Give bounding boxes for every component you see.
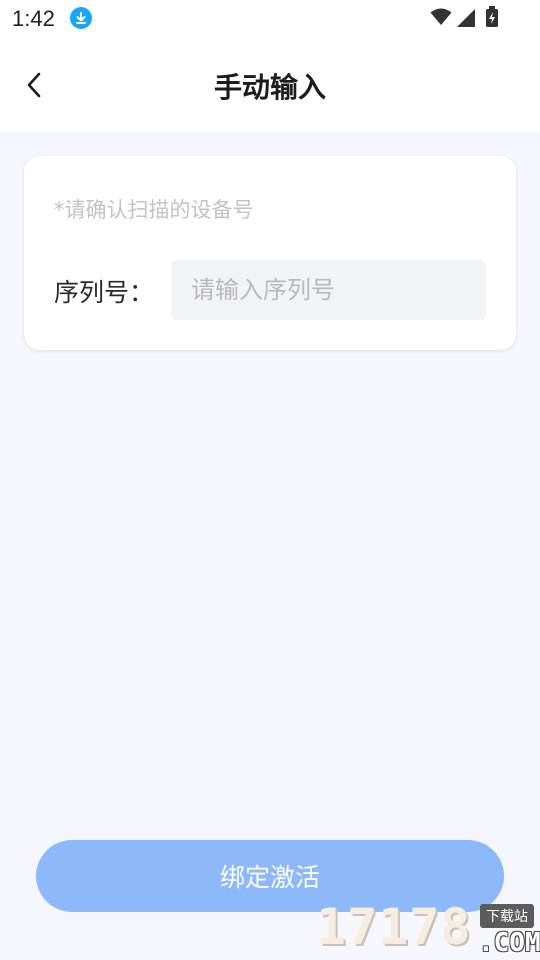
watermark-logo: 17178 下载站 .COM [314,898,540,960]
scan-confirm-hint: *请确认扫描的设备号 [54,198,254,222]
serial-number-input[interactable] [171,260,486,320]
serial-number-label: 序列号： [54,278,155,307]
status-time: 1:42 [12,6,55,31]
wifi-icon [430,8,452,25]
device-input-card: *请确认扫描的设备号 序列号： [24,156,516,350]
watermark-badge: 下载站 [480,904,534,928]
page-title: 手动输入 [213,71,326,104]
signal-icon [457,9,475,27]
top-app-bar: 手动输入 [0,40,540,132]
download-icon [70,7,92,29]
battery-icon [486,6,498,27]
watermark-domain: .COM [478,928,540,958]
status-bar: 1:42 [0,0,540,40]
watermark-number: 17178 [316,898,472,956]
